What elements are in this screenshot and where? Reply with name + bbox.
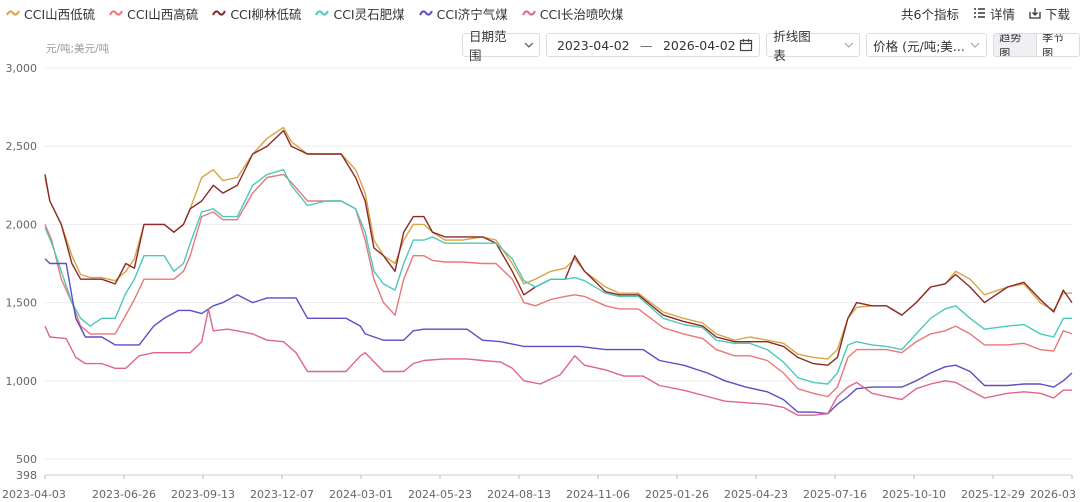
- y-axis: 398 500 1,000 1,500 2,000 2,500 3,000: [6, 62, 38, 482]
- y-tick-label: 398: [16, 469, 37, 482]
- start-date-input[interactable]: 2023-04-02: [553, 38, 633, 53]
- seasonal-chart-button[interactable]: 季节图: [1036, 34, 1079, 56]
- legend-item[interactable]: CCI山西高硫: [109, 4, 198, 23]
- y-axis-unit: 元/吨;美元/吨: [46, 43, 110, 55]
- detail-button[interactable]: 详情: [973, 4, 1015, 23]
- trend-chart-button[interactable]: 趋势图: [994, 34, 1037, 56]
- wave-icon: [521, 10, 536, 16]
- x-tick-label: 2023-04-03: [2, 488, 66, 501]
- unit-select-value: 价格 (元/吨;美...: [873, 38, 965, 54]
- unit-select[interactable]: 价格 (元/吨;美...: [866, 33, 988, 57]
- chevron-down-icon: [970, 42, 980, 48]
- legend-item[interactable]: CCI山西低硫: [6, 4, 95, 23]
- y-tick-label: 3,000: [6, 62, 38, 75]
- x-tick-label: 2024-05-23: [408, 488, 472, 501]
- x-axis: 2023-04-03 2023-06-26 2023-09-13 2023-12-07…: [2, 475, 1076, 501]
- date-range-picker[interactable]: 2023-04-02 — 2026-04-02: [546, 33, 761, 57]
- indicator-count: 共6个指标: [901, 6, 959, 22]
- top-right-actions: 共6个指标 详情 下载: [901, 2, 1070, 24]
- calendar-icon[interactable]: [739, 38, 753, 52]
- date-separator: —: [640, 37, 653, 53]
- y-tick-label: 1,500: [6, 297, 38, 310]
- legend-label: CCI山西高硫: [127, 6, 199, 22]
- chart-type-value: 折线图表: [773, 29, 811, 63]
- x-tick-label: 2023-06-26: [92, 488, 156, 501]
- legend-label: CCI济宁气煤: [436, 6, 508, 22]
- x-tick-label: 2025-10-10: [882, 488, 946, 501]
- detail-label: 详情: [989, 6, 1015, 22]
- y-tick-label: 1,000: [6, 375, 38, 388]
- legend-item[interactable]: CCI灵石肥煤: [315, 4, 405, 23]
- series-line: [44, 308, 1072, 416]
- series-line: [44, 173, 1073, 398]
- download-button[interactable]: 下载: [1029, 4, 1070, 23]
- chart-grid: [45, 67, 1072, 476]
- series-line: [44, 169, 1072, 385]
- chevron-down-icon: [524, 42, 533, 48]
- x-tick-label: 2025-07-16: [803, 488, 867, 501]
- series-line: [44, 126, 1072, 360]
- legend-label: CCI长治喷吹煤: [539, 6, 624, 22]
- legend: CCI山西低硫 CCI山西高硫 CCI柳林低硫 CCI灵石肥煤 CCI济宁气煤 CCI长治…: [6, 2, 623, 24]
- series-line: [44, 258, 1073, 415]
- list-icon: [973, 8, 985, 18]
- view-toggle: 趋势图 季节图: [993, 33, 1080, 57]
- wave-icon: [109, 10, 124, 16]
- end-date-input[interactable]: 2026-04-02: [659, 38, 739, 53]
- chart-type-select[interactable]: 折线图表: [766, 29, 861, 63]
- x-tick-label: 2023-09-13: [171, 488, 235, 501]
- download-icon: [1029, 8, 1041, 19]
- x-tick-label: 2024-11-06: [566, 488, 630, 501]
- x-tick-label: 2024-03-01: [329, 488, 393, 501]
- legend-label: CCI灵石肥煤: [333, 6, 405, 22]
- y-tick-label: 2,000: [6, 218, 38, 231]
- legend-item[interactable]: CCI济宁气煤: [418, 4, 508, 23]
- x-tick-label: 2025-01-26: [645, 488, 709, 501]
- line-chart: 398 500 1,000 1,500 2,000 2,500 3,000 2023-04-…: [2, 62, 1076, 501]
- series-line: [44, 129, 1073, 366]
- x-tick-label: 2025-04-23: [724, 488, 788, 501]
- date-range-dropdown[interactable]: 日期范围: [462, 29, 541, 63]
- legend-item[interactable]: CCI柳林低硫: [212, 4, 301, 23]
- y-tick-label: 500: [16, 453, 37, 466]
- series-lines: [44, 126, 1073, 416]
- x-tick-label: 2026-03: [1030, 488, 1076, 501]
- wave-icon: [212, 10, 227, 16]
- wave-icon: [315, 10, 330, 16]
- legend-label: CCI柳林低硫: [230, 6, 302, 22]
- x-tick-label: 2024-08-13: [487, 488, 551, 501]
- wave-icon: [6, 10, 20, 16]
- chevron-down-icon: [844, 42, 853, 48]
- legend-item[interactable]: CCI长治喷吹煤: [521, 4, 624, 23]
- date-range-label: 日期范围: [469, 29, 507, 63]
- x-tick-label: 2023-12-07: [250, 488, 314, 501]
- legend-label: CCI山西低硫: [24, 6, 96, 22]
- download-label: 下载: [1044, 6, 1070, 22]
- chart-toolbar: 日期范围 2023-04-02 — 2026-04-02 折线图表 价格 (元/…: [462, 29, 1080, 63]
- y-tick-label: 2,500: [6, 140, 38, 153]
- x-tick-label: 2025-12-29: [961, 488, 1025, 501]
- wave-icon: [418, 10, 433, 16]
